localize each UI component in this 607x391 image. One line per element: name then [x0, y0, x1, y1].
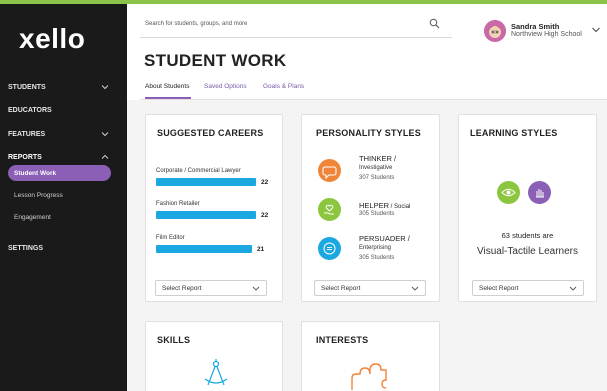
personality-count: 307 Students: [359, 175, 395, 181]
sidebar-subitem-student-work[interactable]: Student Work: [8, 165, 111, 181]
personality-name: HELPER / Social: [359, 201, 410, 210]
personality-count: 305 Students: [359, 211, 395, 217]
personality-name-main: HELPER: [359, 201, 390, 210]
career-label: Corporate / Commercial Lawyer: [156, 168, 241, 174]
hand-icon: [528, 181, 551, 204]
chevron-down-icon: [252, 286, 260, 291]
search-input[interactable]: Search for students, groups, and more: [145, 21, 247, 27]
chevron-down-icon: [101, 132, 109, 137]
personality-name: THINKER /: [359, 154, 397, 163]
chevron-down-icon: [569, 286, 577, 291]
card-interests: INTERESTS: [301, 321, 440, 391]
chevron-down-icon: [411, 286, 419, 291]
search-underline: [140, 37, 452, 38]
sidebar-item-students[interactable]: STUDENTS: [8, 78, 119, 96]
personality-count: 305 Students: [359, 255, 395, 261]
sidebar-item-reports[interactable]: REPORTS: [8, 148, 119, 166]
card-suggested-careers: SUGGESTED CAREERS Corporate / Commercial…: [145, 114, 283, 302]
sidebar-item-label: EDUCATORS: [8, 106, 52, 114]
select-label: Select Report: [479, 284, 519, 292]
sidebar-item-educators[interactable]: EDUCATORS: [8, 101, 119, 119]
tab-about-students[interactable]: About Students: [145, 83, 189, 90]
tab-goals-plans[interactable]: Goals & Plans: [263, 83, 304, 90]
select-report-dropdown[interactable]: Select Report: [314, 280, 426, 296]
chevron-up-icon: [101, 154, 109, 159]
avatar[interactable]: [484, 20, 506, 42]
user-school: Northview High School: [511, 31, 582, 38]
sidebar-item-features[interactable]: FEATURES: [8, 125, 119, 143]
card-learning-styles: LEARNING STYLES 63 students are Visual-T…: [458, 114, 597, 302]
sidebar-item-label: STUDENTS: [8, 83, 46, 91]
career-bar: [156, 245, 252, 253]
card-title: SKILLS: [157, 335, 191, 345]
personality-type: Enterprising: [359, 245, 392, 251]
learning-style-type: Visual-Tactile Learners: [477, 246, 578, 257]
eye-icon: [497, 181, 520, 204]
card-title: INTERESTS: [316, 335, 369, 345]
career-count: 21: [257, 246, 265, 253]
career-label: Fashion Retailer: [156, 201, 200, 207]
sidebar-item-label: SETTINGS: [8, 244, 44, 252]
puzzle-icon: [351, 363, 387, 390]
sidebar-item-label: REPORTS: [8, 153, 42, 161]
career-count: 22: [261, 212, 269, 219]
card-title: SUGGESTED CAREERS: [157, 128, 264, 138]
career-count: 22: [261, 179, 269, 186]
sidebar-subitem-lesson-progress[interactable]: Lesson Progress: [8, 187, 111, 203]
chat-bubble-icon: [318, 159, 341, 182]
personality-name: PERSUADER /: [359, 234, 410, 243]
chevron-down-icon: [101, 85, 109, 90]
sidebar-subitem-engagement[interactable]: Engagement: [8, 209, 111, 225]
heart-hand-icon: [318, 198, 341, 221]
sidebar: xello STUDENTS EDUCATORS FEATURES REPORT…: [0, 4, 127, 391]
active-tab-indicator: [145, 97, 191, 99]
learning-style-count: 63 students are: [501, 231, 554, 240]
card-skills: SKILLS: [145, 321, 283, 391]
career-bar: [156, 178, 256, 186]
search-icon[interactable]: [429, 18, 440, 29]
personality-name-suffix: / Social: [389, 204, 411, 210]
speech-icon: [318, 237, 341, 260]
page-title: STUDENT WORK: [144, 51, 287, 70]
select-label: Select Report: [321, 284, 361, 292]
tab-saved-options[interactable]: Saved Options: [204, 83, 247, 90]
card-title: LEARNING STYLES: [470, 128, 558, 138]
card-personality-styles: PERSONALITY STYLES THINKER / Investigati…: [301, 114, 440, 302]
select-label: Select Report: [162, 284, 202, 292]
card-title: PERSONALITY STYLES: [316, 128, 421, 138]
user-name[interactable]: Sandra Smith: [511, 22, 559, 31]
sidebar-item-settings[interactable]: SETTINGS: [8, 239, 119, 257]
career-label: Film Editor: [156, 235, 185, 241]
avatar-image: [484, 20, 506, 42]
select-report-dropdown[interactable]: Select Report: [472, 280, 584, 296]
chevron-down-icon[interactable]: [591, 26, 601, 34]
sidebar-item-label: FEATURES: [8, 130, 46, 138]
compass-icon: [204, 359, 228, 386]
logo[interactable]: xello: [19, 23, 85, 55]
career-bar: [156, 211, 256, 219]
select-report-dropdown[interactable]: Select Report: [155, 280, 267, 296]
personality-type: Investigative: [359, 165, 393, 171]
